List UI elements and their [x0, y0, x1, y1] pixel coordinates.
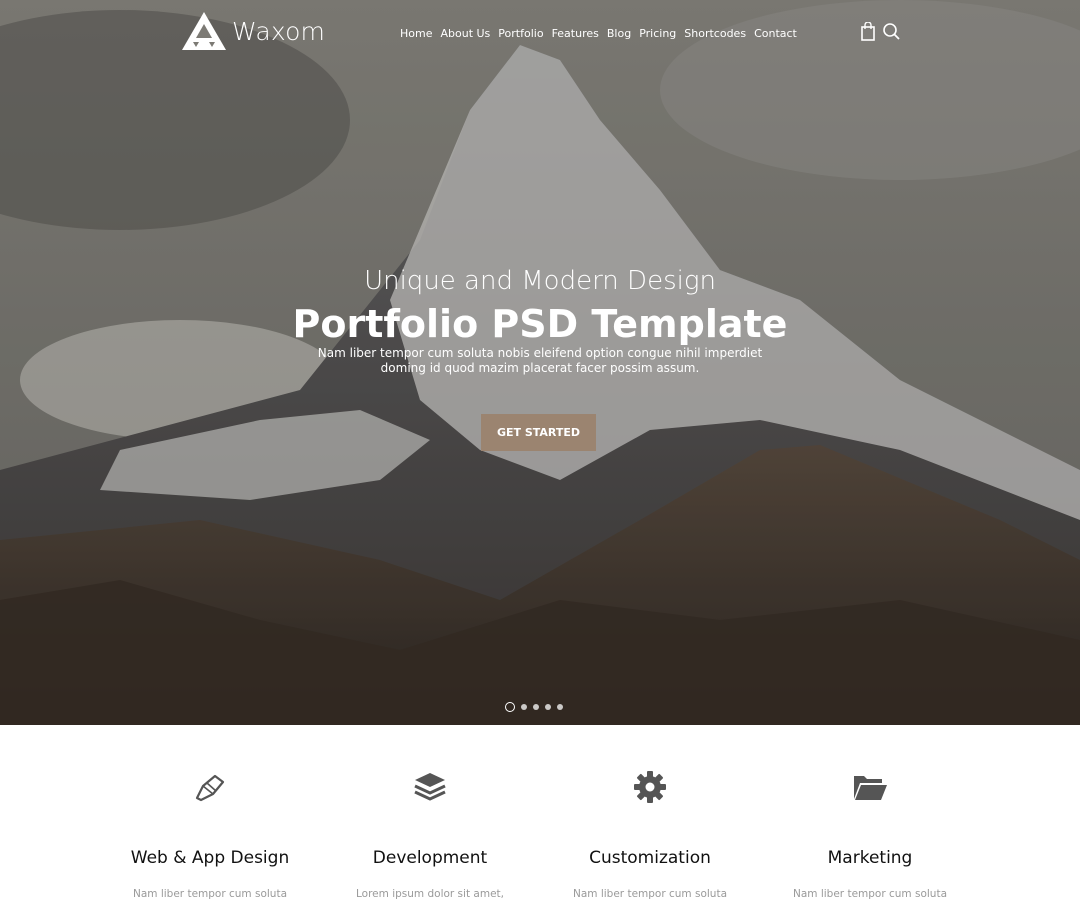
slide-dot-2[interactable]: [521, 704, 527, 710]
nav-item-portfolio[interactable]: Portfolio: [498, 27, 543, 40]
triangle-logo-icon: [182, 12, 226, 50]
hero-description: Nam liber tempor cum soluta nobis eleife…: [300, 346, 780, 376]
slide-dot-5[interactable]: [557, 704, 563, 710]
features-section: Web & App Design Nam liber tempor cum so…: [100, 770, 980, 900]
nav-item-features[interactable]: Features: [552, 27, 599, 40]
feature-description: Nam liber tempor cum soluta: [132, 888, 288, 900]
nav-item-shortcodes[interactable]: Shortcodes: [684, 27, 746, 40]
feature-title: Development: [372, 848, 488, 868]
nav-item-about-us[interactable]: About Us: [440, 27, 490, 40]
brand-logo[interactable]: Waxom: [180, 10, 325, 52]
layers-icon: [320, 770, 540, 804]
feature-marketing: Marketing Nam liber tempor cum soluta: [760, 770, 980, 900]
feature-web-app-design: Web & App Design Nam liber tempor cum so…: [100, 770, 320, 900]
slide-dot-3[interactable]: [533, 704, 539, 710]
slider-pagination: [505, 702, 563, 712]
hero-description-line-1: Nam liber tempor cum soluta nobis eleife…: [317, 346, 763, 360]
search-icon[interactable]: [882, 22, 900, 42]
folder-icon: [760, 770, 980, 804]
brand-name: Waxom: [232, 16, 326, 46]
get-started-button[interactable]: GET STARTED: [481, 414, 596, 451]
hero-subtitle: Unique and Modern Design: [364, 266, 716, 296]
feature-description: Lorem ipsum dolor sit amet,: [356, 888, 504, 900]
pen-icon: [100, 770, 320, 804]
hero-description-line-2: doming id quod mazim placerat facer poss…: [380, 361, 700, 375]
feature-title: Web & App Design: [130, 848, 290, 868]
shopping-bag-icon[interactable]: [860, 21, 878, 42]
feature-development: Development Lorem ipsum dolor sit amet,: [320, 770, 540, 900]
nav-item-blog[interactable]: Blog: [607, 27, 631, 40]
feature-description: Nam liber tempor cum soluta: [572, 888, 728, 900]
hero-section: Waxom Home About Us Portfolio Features B…: [0, 0, 1080, 725]
nav-icons: [860, 21, 900, 42]
nav-item-pricing[interactable]: Pricing: [639, 27, 676, 40]
nav-item-contact[interactable]: Contact: [754, 27, 797, 40]
feature-description: Nam liber tempor cum soluta: [792, 888, 948, 900]
hero-title: Portfolio PSD Template: [292, 302, 788, 346]
feature-title: Marketing: [827, 848, 913, 868]
slide-dot-4[interactable]: [545, 704, 551, 710]
slide-dot-1[interactable]: [505, 702, 515, 712]
main-nav: Home About Us Portfolio Features Blog Pr…: [400, 27, 805, 40]
feature-customization: Customization Nam liber tempor cum solut…: [540, 770, 760, 900]
feature-title: Customization: [589, 848, 711, 868]
gear-icon: [540, 770, 760, 804]
nav-item-home[interactable]: Home: [400, 27, 432, 40]
